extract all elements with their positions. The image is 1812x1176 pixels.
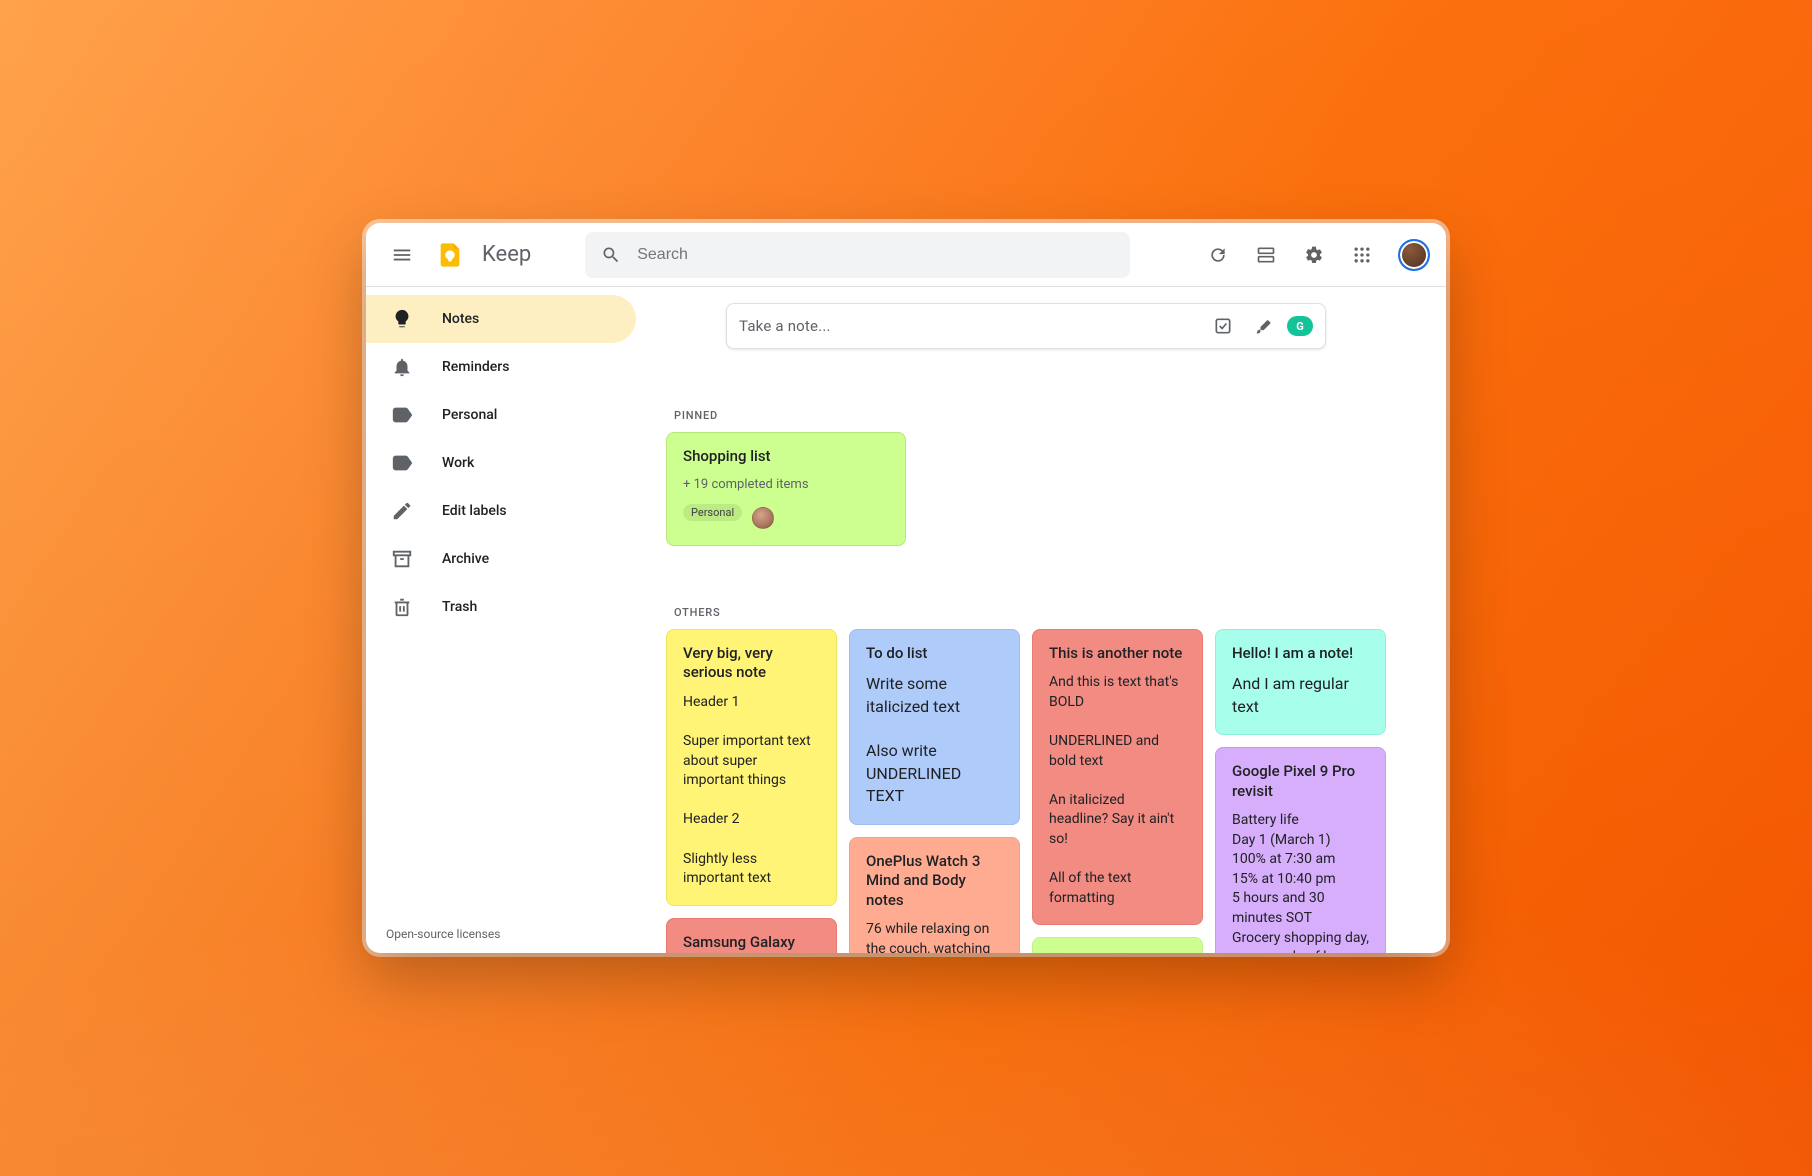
- take-note-bar[interactable]: Take a note... G: [726, 303, 1326, 349]
- search-input[interactable]: [629, 232, 1122, 278]
- gear-icon: [1304, 245, 1324, 265]
- main-menu-button[interactable]: [382, 235, 422, 275]
- apps-grid-icon: [1352, 245, 1372, 265]
- refresh-button[interactable]: [1198, 235, 1238, 275]
- sidebar-item-personal[interactable]: Personal: [366, 391, 636, 439]
- other-notes: Very big, very serious note Header 1 Sup…: [666, 629, 1386, 953]
- note-card[interactable]: Very big, very serious note Header 1 Sup…: [666, 629, 837, 906]
- sidebar-item-label: Notes: [442, 311, 479, 327]
- note-body: 76 while relaxing on the couch, watching…: [866, 920, 1003, 953]
- note-body: And I am regular text: [1232, 673, 1369, 718]
- brush-icon: [1253, 316, 1273, 336]
- keep-logo-icon: [436, 241, 464, 269]
- note-title: Hello! I am a note!: [1232, 644, 1369, 664]
- sidebar-item-edit-labels[interactable]: Edit labels: [366, 487, 636, 535]
- bell-icon: [390, 355, 414, 379]
- sidebar-item-label: Trash: [442, 599, 477, 615]
- note-card[interactable]: Google Pixel 9 Pro revisit Battery life …: [1215, 747, 1386, 953]
- refresh-icon: [1208, 245, 1228, 265]
- app-window: Keep Notes Reminders Personal Work Edit labe…: [366, 223, 1446, 953]
- sidebar-item-label: Work: [442, 455, 474, 471]
- new-list-button[interactable]: [1203, 306, 1243, 346]
- notes-area: Take a note... G PINNED Shopping list + …: [646, 287, 1446, 953]
- google-apps-button[interactable]: [1342, 235, 1382, 275]
- note-body: Header 1 Super important text about supe…: [683, 693, 820, 889]
- pinned-notes: Shopping list + 19 completed items Perso…: [666, 432, 1386, 546]
- sidebar-item-label: Edit labels: [442, 503, 507, 519]
- note-title: Shopping list: [683, 447, 889, 467]
- hamburger-icon: [391, 244, 413, 266]
- sidebar-item-label: Personal: [442, 407, 497, 423]
- trash-icon: [390, 595, 414, 619]
- sidebar-item-trash[interactable]: Trash: [366, 583, 636, 631]
- note-card[interactable]: This is another note And this is text th…: [1032, 629, 1203, 926]
- new-drawing-button[interactable]: [1243, 306, 1283, 346]
- note-card[interactable]: Samsung Galaxy S25 review notes Battery …: [666, 918, 837, 953]
- new-image-note-button[interactable]: G: [1283, 306, 1313, 346]
- app-name: Keep: [482, 242, 531, 267]
- label-icon: [390, 403, 414, 427]
- header: Keep: [366, 223, 1446, 287]
- sidebar-item-label: Archive: [442, 551, 489, 567]
- pinned-section-label: PINNED: [674, 409, 1386, 422]
- list-view-icon: [1256, 245, 1276, 265]
- note-title: OnePlus Watch 3 vs. Apple Watch running …: [1049, 952, 1186, 953]
- grammarly-icon: G: [1287, 316, 1313, 336]
- others-section-label: OTHERS: [674, 606, 1386, 619]
- search-icon[interactable]: [593, 237, 629, 273]
- sidebar-item-label: Reminders: [442, 359, 509, 375]
- note-title: Very big, very serious note: [683, 644, 820, 683]
- note-body: Write some italicized text Also write UN…: [866, 673, 1003, 807]
- lightbulb-icon: [390, 307, 414, 331]
- note-card[interactable]: Shopping list + 19 completed items Perso…: [666, 432, 906, 546]
- note-title: To do list: [866, 644, 1003, 664]
- note-title: OnePlus Watch 3 Mind and Body notes: [866, 852, 1003, 911]
- sidebar: Notes Reminders Personal Work Edit labels Arc…: [366, 287, 646, 953]
- settings-button[interactable]: [1294, 235, 1334, 275]
- note-body: Battery life Day 1 (March 1) 100% at 7:3…: [1232, 811, 1369, 953]
- note-title: Google Pixel 9 Pro revisit: [1232, 762, 1369, 801]
- note-subtitle: + 19 completed items: [683, 477, 889, 492]
- sidebar-item-reminders[interactable]: Reminders: [366, 343, 636, 391]
- open-source-licenses-link[interactable]: Open-source licenses: [386, 927, 500, 941]
- search-bar[interactable]: [585, 232, 1130, 278]
- note-title: Samsung Galaxy S25 review notes: [683, 933, 820, 953]
- note-title: This is another note: [1049, 644, 1186, 664]
- note-card[interactable]: OnePlus Watch 3 vs. Apple Watch running …: [1032, 937, 1203, 953]
- label-icon: [390, 451, 414, 475]
- sidebar-item-notes[interactable]: Notes: [366, 295, 636, 343]
- archive-icon: [390, 547, 414, 571]
- note-body: And this is text that's BOLD UNDERLINED …: [1049, 673, 1186, 908]
- note-label-chip[interactable]: Personal: [683, 504, 742, 521]
- sidebar-item-work[interactable]: Work: [366, 439, 636, 487]
- sidebar-item-archive[interactable]: Archive: [366, 535, 636, 583]
- note-card[interactable]: To do list Write some italicized text Al…: [849, 629, 1020, 825]
- note-card[interactable]: OnePlus Watch 3 Mind and Body notes 76 w…: [849, 837, 1020, 953]
- note-card[interactable]: Hello! I am a note! And I am regular tex…: [1215, 629, 1386, 735]
- account-avatar[interactable]: [1398, 239, 1430, 271]
- take-note-placeholder: Take a note...: [739, 317, 1203, 335]
- checkbox-icon: [1213, 316, 1233, 336]
- keep-logo: [430, 235, 470, 275]
- list-view-button[interactable]: [1246, 235, 1286, 275]
- collaborator-avatar[interactable]: [752, 507, 774, 529]
- pencil-icon: [390, 499, 414, 523]
